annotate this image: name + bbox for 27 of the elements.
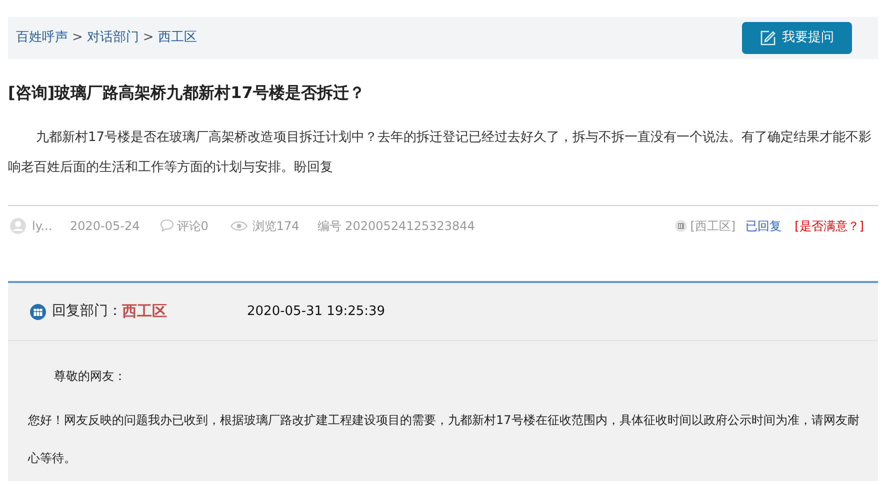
edit-icon <box>760 30 776 46</box>
department-tag: [西工区] <box>690 216 736 234</box>
comment-icon <box>160 219 174 232</box>
building-icon <box>675 220 688 232</box>
reply-label: 回复部门： <box>52 302 122 321</box>
view-count: 浏览174 <box>252 218 300 234</box>
eye-icon <box>230 220 248 230</box>
reply-time: 2020-05-31 19:25:39 <box>247 302 386 321</box>
breadcrumb-link[interactable]: 对话部门 <box>86 28 139 48</box>
user-name: ly... <box>32 218 54 234</box>
post-number: 编号 20200524125323844 <box>317 218 475 234</box>
user-avatar-icon <box>10 218 26 234</box>
question-text: 九都新村17号楼是否在玻璃厂高架桥改造项目拆迁计划中？去年的拆迁登记已经过去好久了，拆与不拆一直没有一个说法。有了确定结果才能不影响老百姓后面的生活和工作等方面的计划与安排。盼回复 <box>8 129 873 177</box>
question-title: [咨询]玻璃厂路高架桥九都新村17号楼是否拆迁？ <box>8 82 365 104</box>
reply-text: 您好！网友反映的问题我办已收到，根据玻璃厂路改扩建工程建设项目的需要，九都新村17号楼在征收范围内，具体征收时间以政府公示时间为准，请网友耐心等待。 <box>28 412 860 467</box>
reply-status: 已回复 <box>746 218 782 234</box>
breadcrumb-link[interactable]: 百姓呼声 <box>16 28 68 48</box>
department-icon <box>30 304 46 320</box>
satisfaction-link[interactable]: [是否满意？] <box>794 216 864 234</box>
reply-department: 西工区 <box>122 301 167 322</box>
breadcrumb-separator: > <box>142 29 154 48</box>
reply-greeting: 尊敬的网友： <box>53 368 127 385</box>
post-date: 2020-05-24 <box>70 218 140 234</box>
breadcrumb-separator: > <box>72 29 83 48</box>
ask-button[interactable]: 我要提问 <box>742 22 852 54</box>
comment-count: 评论0 <box>176 218 208 234</box>
breadcrumb-link[interactable]: 西工区 <box>158 28 197 48</box>
